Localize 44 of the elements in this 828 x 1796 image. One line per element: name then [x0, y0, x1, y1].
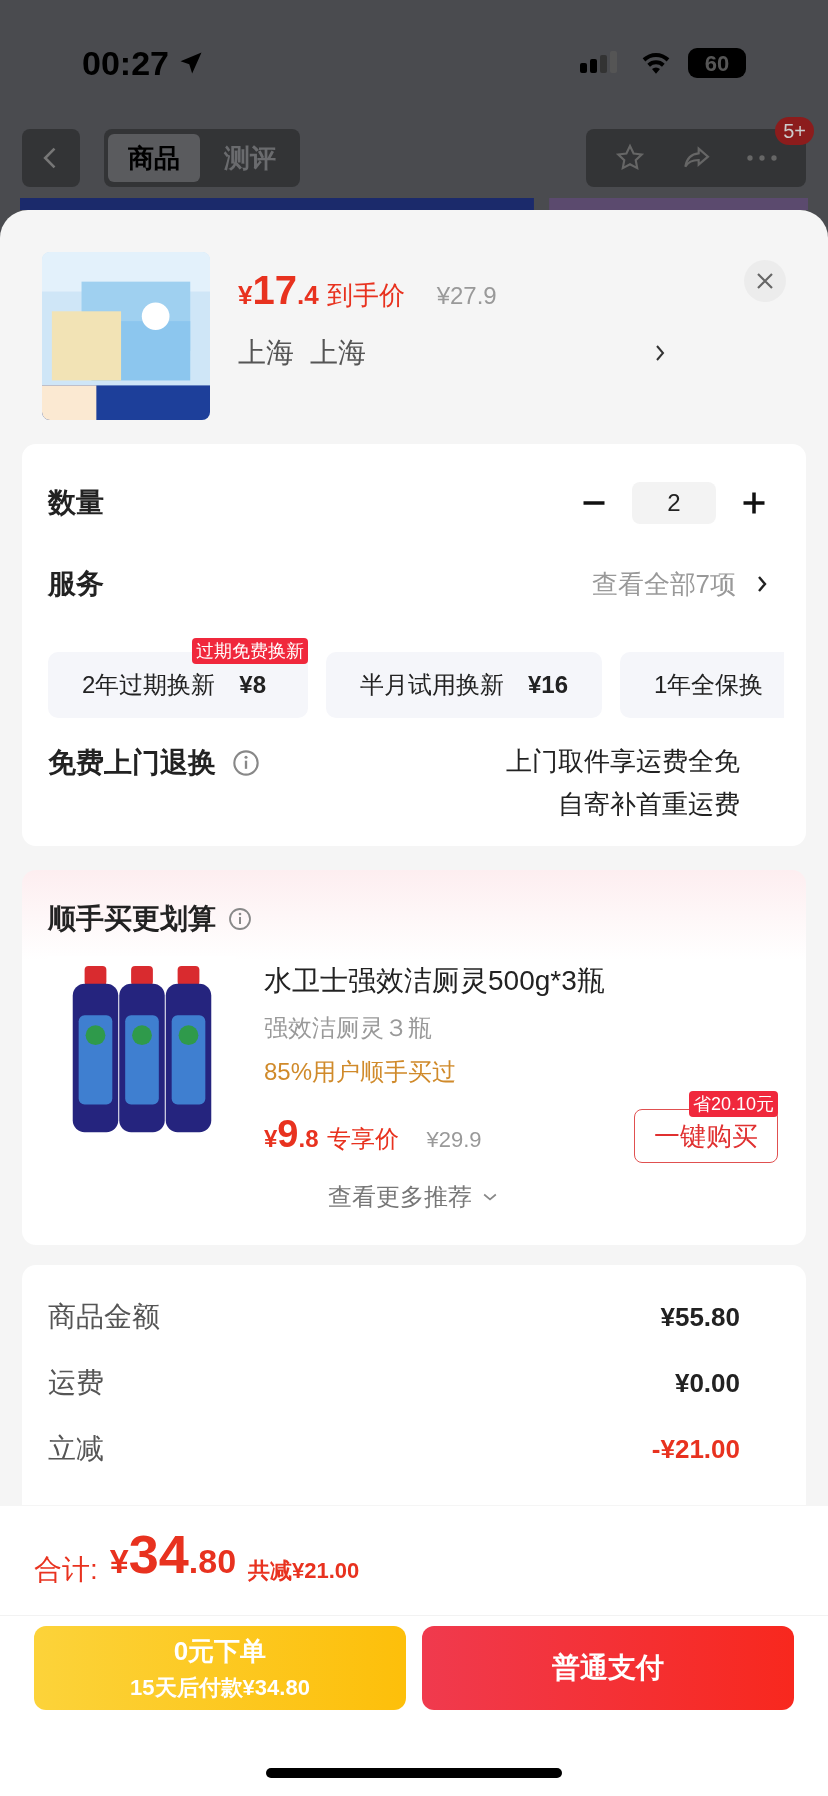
- pay-button[interactable]: 普通支付: [422, 1626, 794, 1710]
- battery-icon: 60: [688, 48, 746, 78]
- chevron-right-icon: [756, 574, 768, 594]
- tab[interactable]: 商品: [108, 134, 200, 182]
- service-option[interactable]: 1年全保换: [620, 652, 784, 718]
- addon-name: 水卫士强效洁厕灵500g*3瓶: [264, 964, 606, 998]
- notification-badge: 5+: [775, 117, 814, 145]
- summary-value: ¥55.80: [660, 1300, 740, 1334]
- total-price: ¥34.80: [109, 1523, 237, 1586]
- service-option[interactable]: 半月试用换新 ¥16: [326, 652, 603, 718]
- more-icon[interactable]: [746, 152, 778, 164]
- summary-label: 商品金额: [48, 1300, 160, 1334]
- price-label: 专享价: [326, 1124, 399, 1154]
- view-all-link[interactable]: 查看全部7项: [591, 564, 780, 604]
- summary-value: ¥0.00: [674, 1366, 740, 1400]
- summary-label: 立减: [48, 1432, 104, 1466]
- summary-value: -¥21.00: [651, 1432, 740, 1466]
- price: ¥9.8: [264, 1112, 319, 1157]
- addon-note: 85%用户顺手买过: [264, 1057, 458, 1087]
- free-return-label: 免费上门退换: [48, 746, 216, 780]
- promo-tag: 过期免费换新: [192, 638, 308, 664]
- original-price: ¥29.9: [426, 1126, 482, 1154]
- location-selector[interactable]: 上海 上海: [238, 332, 716, 374]
- price-label: 到手价: [326, 279, 405, 312]
- close-button[interactable]: [744, 260, 786, 302]
- addon-spec: 强效洁厕灵３瓶: [264, 1013, 433, 1043]
- price: ¥17.4: [238, 267, 319, 314]
- chevron-right-icon: [654, 343, 666, 363]
- quantity-label: 数量: [48, 486, 104, 520]
- info-icon[interactable]: [232, 749, 260, 777]
- total-saving: 共减¥21.00: [248, 1557, 360, 1585]
- total-label: 合计:: [34, 1553, 98, 1587]
- addon-title: 顺手买更划算: [48, 902, 216, 936]
- summary-label: 运费: [48, 1366, 104, 1400]
- more-recommendations-link[interactable]: 查看更多推荐: [328, 1179, 500, 1215]
- original-price: ¥27.9: [436, 281, 497, 311]
- info-icon[interactable]: [228, 907, 252, 931]
- quantity-field[interactable]: 2: [632, 482, 716, 524]
- service-label: 服务: [48, 567, 104, 601]
- saving-tag: 省20.10元: [688, 1091, 778, 1117]
- return-info: 自寄补首重运费: [558, 788, 740, 821]
- tab[interactable]: 测评: [204, 134, 296, 182]
- return-info: 上门取件享运费全免: [506, 745, 740, 778]
- time: 00:27: [82, 42, 169, 84]
